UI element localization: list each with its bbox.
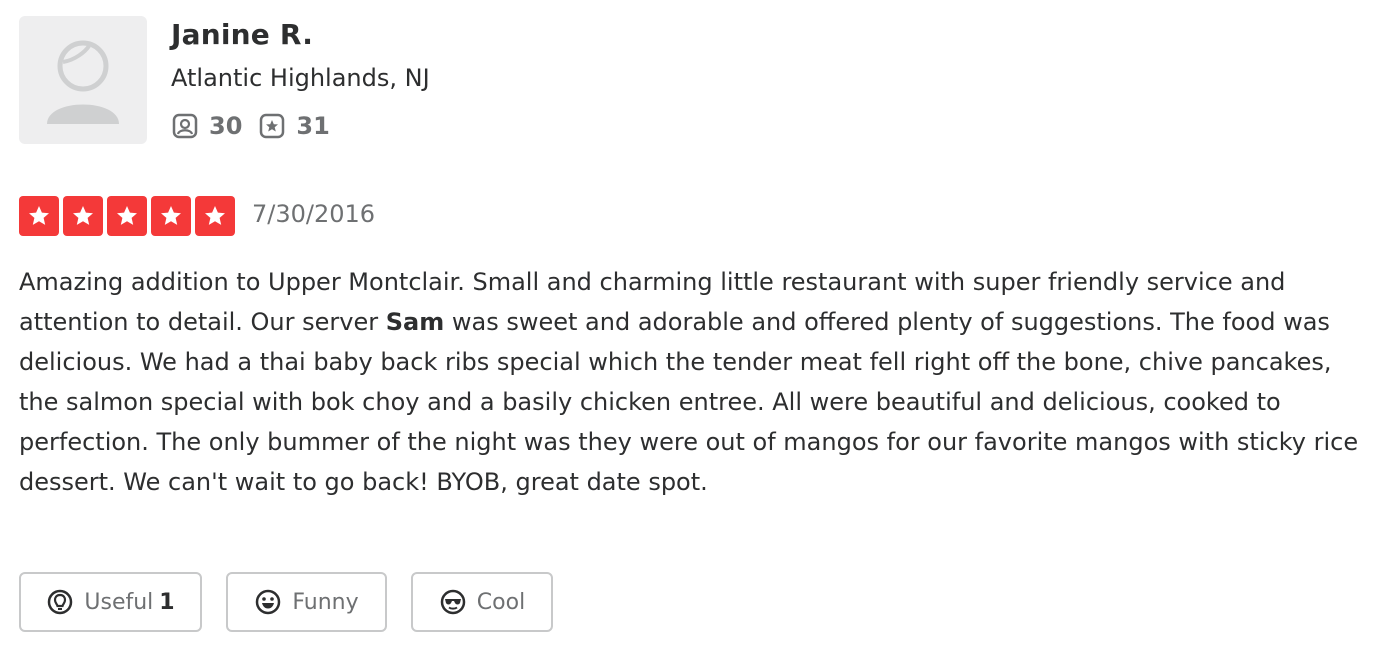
star-icon xyxy=(260,113,285,139)
star-icon xyxy=(117,206,137,225)
star-icon xyxy=(73,206,93,225)
cool-button[interactable]: Cool xyxy=(411,572,553,632)
funny-button[interactable]: Funny xyxy=(226,572,387,632)
friends-count: 30 xyxy=(209,112,243,140)
rating-star xyxy=(107,196,147,236)
default-user-icon xyxy=(47,40,119,124)
sunglasses-icon xyxy=(440,589,466,615)
lightbulb-icon xyxy=(48,589,73,615)
funny-label: Funny xyxy=(292,589,359,615)
useful-button[interactable]: Useful 1 xyxy=(19,572,202,632)
star-icon xyxy=(29,206,49,225)
friends-icon xyxy=(172,113,198,139)
rating-star xyxy=(19,196,59,236)
smile-icon xyxy=(256,589,281,615)
review-text-highlight: Sam xyxy=(385,308,445,336)
reviews-count: 31 xyxy=(296,112,330,140)
user-name[interactable]: Janine R. xyxy=(171,18,313,51)
review-date: 7/30/2016 xyxy=(252,200,376,228)
rating-star xyxy=(63,196,103,236)
user-location: Atlantic Highlands, NJ xyxy=(171,64,430,92)
star-icon xyxy=(205,206,225,225)
reviews-stat: 31 xyxy=(258,112,330,140)
review-text-end: was sweet and adorable and offered plent… xyxy=(19,308,1359,496)
cool-label: Cool xyxy=(476,589,526,615)
rating-star xyxy=(151,196,191,236)
review-text: Amazing addition to Upper Montclair. Sma… xyxy=(19,262,1359,502)
useful-count: 1 xyxy=(159,589,175,615)
useful-label: Useful xyxy=(84,589,154,615)
star-icon xyxy=(161,206,181,225)
avatar[interactable] xyxy=(19,16,147,144)
star-rating xyxy=(19,196,239,236)
friends-stat: 30 xyxy=(171,112,242,140)
user-stats: 30 31 xyxy=(171,112,346,140)
rating-star xyxy=(195,196,235,236)
